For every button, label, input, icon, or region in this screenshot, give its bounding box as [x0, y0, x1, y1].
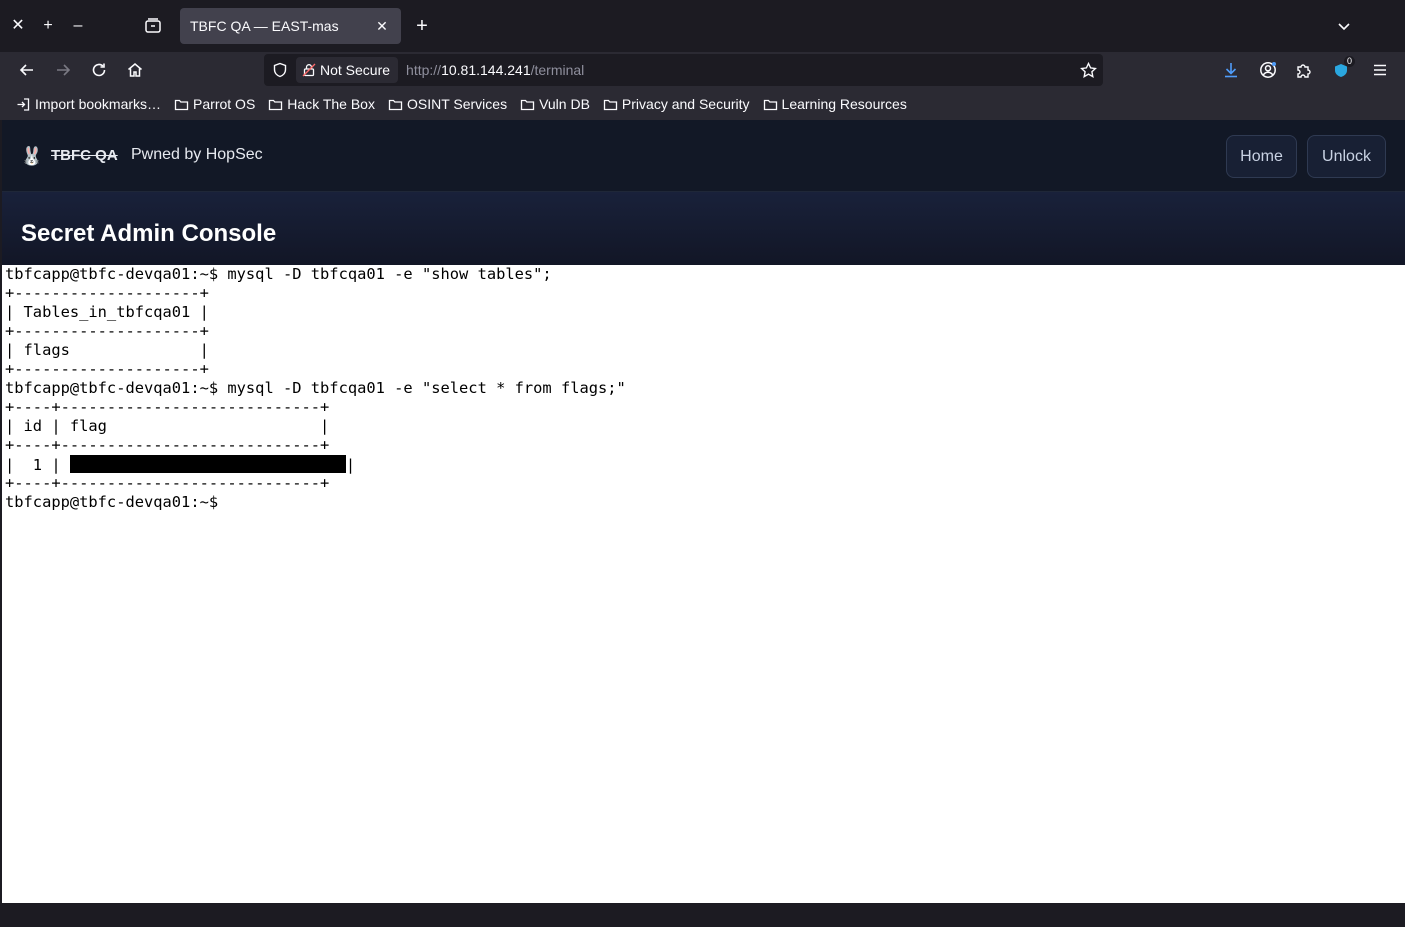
- home-button[interactable]: [121, 56, 149, 84]
- tracking-protection-button[interactable]: [264, 54, 296, 86]
- tab-strip: ✕ + – TBFC QA — EAST-mas ✕ +: [0, 0, 1405, 52]
- window-bottom-edge: [0, 903, 1405, 927]
- url-host: 10.81.144.241: [441, 62, 531, 78]
- minimize-button[interactable]: –: [66, 14, 90, 38]
- url-bar[interactable]: Not Secure http://10.81.144.241/terminal: [264, 54, 1103, 86]
- folder-icon: [269, 99, 283, 110]
- bookmark-label: Parrot OS: [193, 96, 256, 112]
- account-icon: [1260, 62, 1276, 78]
- insecure-lock-icon: [302, 63, 316, 77]
- terminal-line: | Tables_in_tbfcqa01 |: [5, 303, 209, 321]
- bookmarks-toolbar: Import bookmarks… Parrot OS Hack The Box OS…: [0, 88, 1405, 120]
- bookmark-star-button[interactable]: [1073, 55, 1103, 85]
- bookmark-label: Hack The Box: [287, 96, 375, 112]
- bookmark-item[interactable]: OSINT Services: [388, 96, 507, 112]
- bookmark-label: OSINT Services: [406, 96, 508, 112]
- arrow-right-icon: [57, 64, 71, 76]
- close-window-button[interactable]: ✕: [6, 14, 30, 38]
- url-prefix: http://: [406, 62, 442, 78]
- bookmark-item[interactable]: Import bookmarks…: [16, 96, 161, 112]
- close-icon: ✕: [11, 17, 25, 34]
- forward-button[interactable]: [49, 56, 77, 84]
- bookmark-item[interactable]: Privacy and Security: [603, 96, 750, 112]
- folder-icon: [388, 99, 403, 110]
- bookmark-item[interactable]: Vuln DB: [520, 96, 590, 112]
- app-menu-button[interactable]: [1366, 56, 1394, 84]
- terminal-line: +----+----------------------------+: [5, 398, 330, 416]
- brand-name: TBFC QA: [51, 147, 118, 164]
- bookmark-label: Privacy and Security: [621, 96, 750, 112]
- terminal-output[interactable]: tbfcapp@tbfc-devqa01:~$ mysql -D tbfcqa0…: [2, 265, 1405, 903]
- flag-row: | 1 | |: [5, 455, 1405, 474]
- list-all-tabs-button[interactable]: [1332, 14, 1356, 38]
- bookmark-label: Vuln DB: [539, 96, 590, 112]
- site-security-button[interactable]: Not Secure: [296, 57, 399, 83]
- flag-row-end: |: [345, 456, 356, 474]
- firefox-view-icon: [145, 18, 161, 33]
- bookmark-item[interactable]: Parrot OS: [174, 96, 255, 112]
- reload-icon: [92, 63, 106, 77]
- ublock-extension-button[interactable]: 0: [1327, 56, 1355, 84]
- minimize-icon: –: [73, 17, 83, 34]
- bookmark-label: Learning Resources: [781, 96, 907, 112]
- rabbit-logo-icon: 🐰: [20, 145, 44, 166]
- navigation-toolbar: Not Secure http://10.81.144.241/terminal…: [0, 52, 1405, 88]
- tab-title: TBFC QA — EAST-mas: [190, 18, 339, 34]
- home-nav-button[interactable]: Home: [1226, 135, 1297, 178]
- puzzle-icon: [1297, 64, 1311, 78]
- folder-icon: [763, 99, 777, 110]
- terminal-line: +----+----------------------------+: [5, 436, 330, 454]
- page-hero: Secret Admin Console: [2, 192, 1405, 265]
- new-window-button[interactable]: +: [36, 14, 60, 38]
- bookmark-label: Import bookmarks…: [35, 96, 162, 112]
- downloads-button[interactable]: [1217, 56, 1245, 84]
- bookmark-item[interactable]: Learning Resources: [763, 96, 907, 112]
- not-secure-label: Not Secure: [320, 62, 391, 78]
- site-tagline: Pwned by HopSec: [131, 146, 263, 163]
- plus-icon: +: [43, 17, 53, 34]
- site-header: 🐰 TBFC QA Pwned by HopSec Home Unlock: [2, 120, 1405, 192]
- url-text[interactable]: http://10.81.144.241/terminal: [406, 62, 1073, 78]
- account-button[interactable]: [1254, 56, 1282, 84]
- hamburger-menu-icon: [1374, 64, 1386, 76]
- redacted-flag-value: [69, 455, 346, 473]
- terminal-line: tbfcapp@tbfc-devqa01:~$ mysql -D tbfcqa0…: [5, 379, 626, 397]
- reload-button[interactable]: [85, 56, 113, 84]
- tab-active[interactable]: TBFC QA — EAST-mas ✕: [180, 8, 401, 44]
- unlock-nav-button[interactable]: Unlock: [1307, 135, 1386, 178]
- tab-close-icon[interactable]: ✕: [373, 18, 391, 35]
- page-title: Secret Admin Console: [21, 220, 277, 247]
- home-icon: [128, 63, 142, 77]
- url-path: /terminal: [530, 62, 585, 78]
- terminal-line: +--------------------+: [5, 360, 209, 378]
- folder-icon: [603, 99, 618, 110]
- terminal-line: | id | flag |: [5, 417, 330, 435]
- folder-icon: [520, 99, 535, 110]
- terminal-line: | flags |: [5, 341, 209, 359]
- import-icon: [17, 97, 30, 111]
- terminal-line: tbfcapp@tbfc-devqa01:~$: [5, 493, 219, 511]
- shield-icon: [273, 62, 287, 78]
- bookmark-item[interactable]: Hack The Box: [268, 96, 375, 112]
- terminal-line: tbfcapp@tbfc-devqa01:~$ mysql -D tbfcqa0…: [5, 265, 552, 283]
- extensions-button[interactable]: [1290, 56, 1318, 84]
- star-icon: [1079, 61, 1097, 78]
- back-button[interactable]: [13, 56, 41, 84]
- terminal-line: +--------------------+: [5, 322, 209, 340]
- terminal-line: +--------------------+: [5, 284, 209, 302]
- download-icon: [1225, 63, 1237, 78]
- chevron-down-icon: [1338, 23, 1350, 31]
- new-tab-button[interactable]: +: [410, 14, 434, 38]
- terminal-line: +----+----------------------------+: [5, 474, 330, 492]
- notification-count-badge: 0: [1343, 56, 1355, 67]
- page-viewport: 🐰 TBFC QA Pwned by HopSec Home Unlock Se…: [2, 120, 1405, 903]
- folder-icon: [174, 99, 189, 110]
- flag-row-id: | 1 |: [5, 456, 70, 474]
- arrow-left-icon: [19, 64, 33, 76]
- plus-icon: +: [416, 14, 428, 37]
- firefox-view-button[interactable]: [141, 14, 165, 38]
